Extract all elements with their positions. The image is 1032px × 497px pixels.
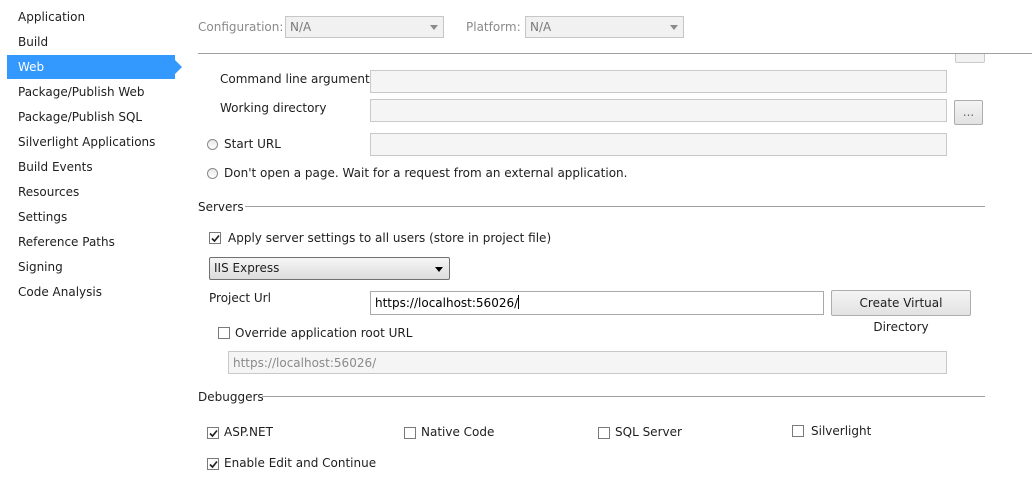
- servers-divider: [245, 206, 985, 207]
- command-line-label: Command line arguments: [220, 72, 376, 86]
- text-cursor: [518, 295, 520, 309]
- sidebar-item-signing[interactable]: Signing: [7, 255, 175, 279]
- apply-all-users-checkbox[interactable]: [209, 232, 221, 244]
- project-url-input[interactable]: https://localhost:56026/: [370, 291, 824, 315]
- working-directory-label: Working directory: [220, 101, 327, 115]
- edit-and-continue-label: Enable Edit and Continue: [224, 456, 377, 470]
- servers-section-title: Servers: [198, 200, 244, 214]
- sidebar-item-code-analysis[interactable]: Code Analysis: [7, 280, 175, 304]
- sql-server-debugger-checkbox[interactable]: [598, 427, 610, 439]
- sidebar-item-resources[interactable]: Resources: [7, 180, 175, 204]
- sidebar-item-settings[interactable]: Settings: [7, 205, 175, 229]
- header-divider: [198, 53, 1032, 54]
- chevron-down-icon: [430, 25, 438, 30]
- dont-open-page-radio[interactable]: [207, 168, 218, 179]
- project-url-text: https://localhost:56026/: [375, 295, 520, 311]
- platform-label: Platform:: [466, 20, 521, 34]
- start-url-label: Start URL: [224, 137, 281, 151]
- sidebar-item-package-publish-web[interactable]: Package/Publish Web: [7, 80, 175, 104]
- sql-server-debugger-label: SQL Server: [615, 425, 682, 439]
- debuggers-divider: [262, 396, 985, 397]
- sidebar-item-reference-paths[interactable]: Reference Paths: [7, 230, 175, 254]
- dropdown-arrow-icon: [435, 267, 443, 272]
- sidebar-item-application[interactable]: Application: [7, 5, 175, 29]
- browse-directory-button[interactable]: ...: [954, 100, 983, 125]
- sidebar-item-package-publish-sql[interactable]: Package/Publish SQL: [7, 105, 175, 129]
- silverlight-debugger-checkbox[interactable]: [792, 425, 804, 437]
- override-root-url-value: https://localhost:56026/: [233, 356, 377, 370]
- sidebar-item-build[interactable]: Build: [7, 30, 175, 54]
- server-type-value: IIS Express: [214, 261, 280, 275]
- sidebar-item-build-events[interactable]: Build Events: [7, 155, 175, 179]
- native-code-debugger-checkbox[interactable]: [404, 427, 416, 439]
- platform-select[interactable]: N/A: [525, 16, 684, 38]
- create-virtual-directory-button[interactable]: Create Virtual Directory: [831, 290, 971, 334]
- working-directory-input[interactable]: [370, 99, 947, 122]
- override-root-url-input[interactable]: https://localhost:56026/: [228, 351, 947, 374]
- override-root-url-checkbox[interactable]: [218, 327, 230, 339]
- checkmark-icon: [211, 234, 220, 243]
- project-url-value: https://localhost:56026/: [375, 296, 519, 310]
- checkmark-icon: [209, 460, 218, 469]
- configuration-select[interactable]: N/A: [285, 16, 444, 38]
- dont-open-page-label: Don't open a page. Wait for a request fr…: [224, 166, 628, 180]
- start-url-input[interactable]: [370, 133, 947, 156]
- apply-all-users-label: Apply server settings to all users (stor…: [228, 231, 552, 245]
- chevron-down-icon: [670, 25, 678, 30]
- checkmark-icon: [209, 429, 218, 438]
- native-code-debugger-label: Native Code: [421, 425, 495, 439]
- command-line-input[interactable]: [370, 70, 947, 93]
- aspnet-debugger-label: ASP.NET: [224, 425, 273, 439]
- clipped-browse-button[interactable]: [955, 54, 985, 63]
- silverlight-debugger-label: Silverlight: [811, 424, 872, 438]
- start-url-radio[interactable]: [207, 139, 218, 150]
- aspnet-debugger-checkbox[interactable]: [207, 427, 219, 439]
- platform-value: N/A: [530, 20, 552, 34]
- property-page-sidebar: Application Build Web Package/Publish We…: [0, 0, 190, 497]
- project-url-label: Project Url: [209, 291, 271, 305]
- configuration-label: Configuration:: [198, 20, 284, 34]
- server-type-dropdown[interactable]: IIS Express: [209, 257, 450, 280]
- edit-and-continue-checkbox[interactable]: [207, 458, 219, 470]
- debuggers-section-title: Debuggers: [198, 390, 264, 404]
- override-root-url-label: Override application root URL: [235, 326, 413, 340]
- configuration-value: N/A: [290, 20, 312, 34]
- sidebar-item-web[interactable]: Web: [7, 55, 182, 79]
- sidebar-item-silverlight-applications[interactable]: Silverlight Applications: [7, 130, 175, 154]
